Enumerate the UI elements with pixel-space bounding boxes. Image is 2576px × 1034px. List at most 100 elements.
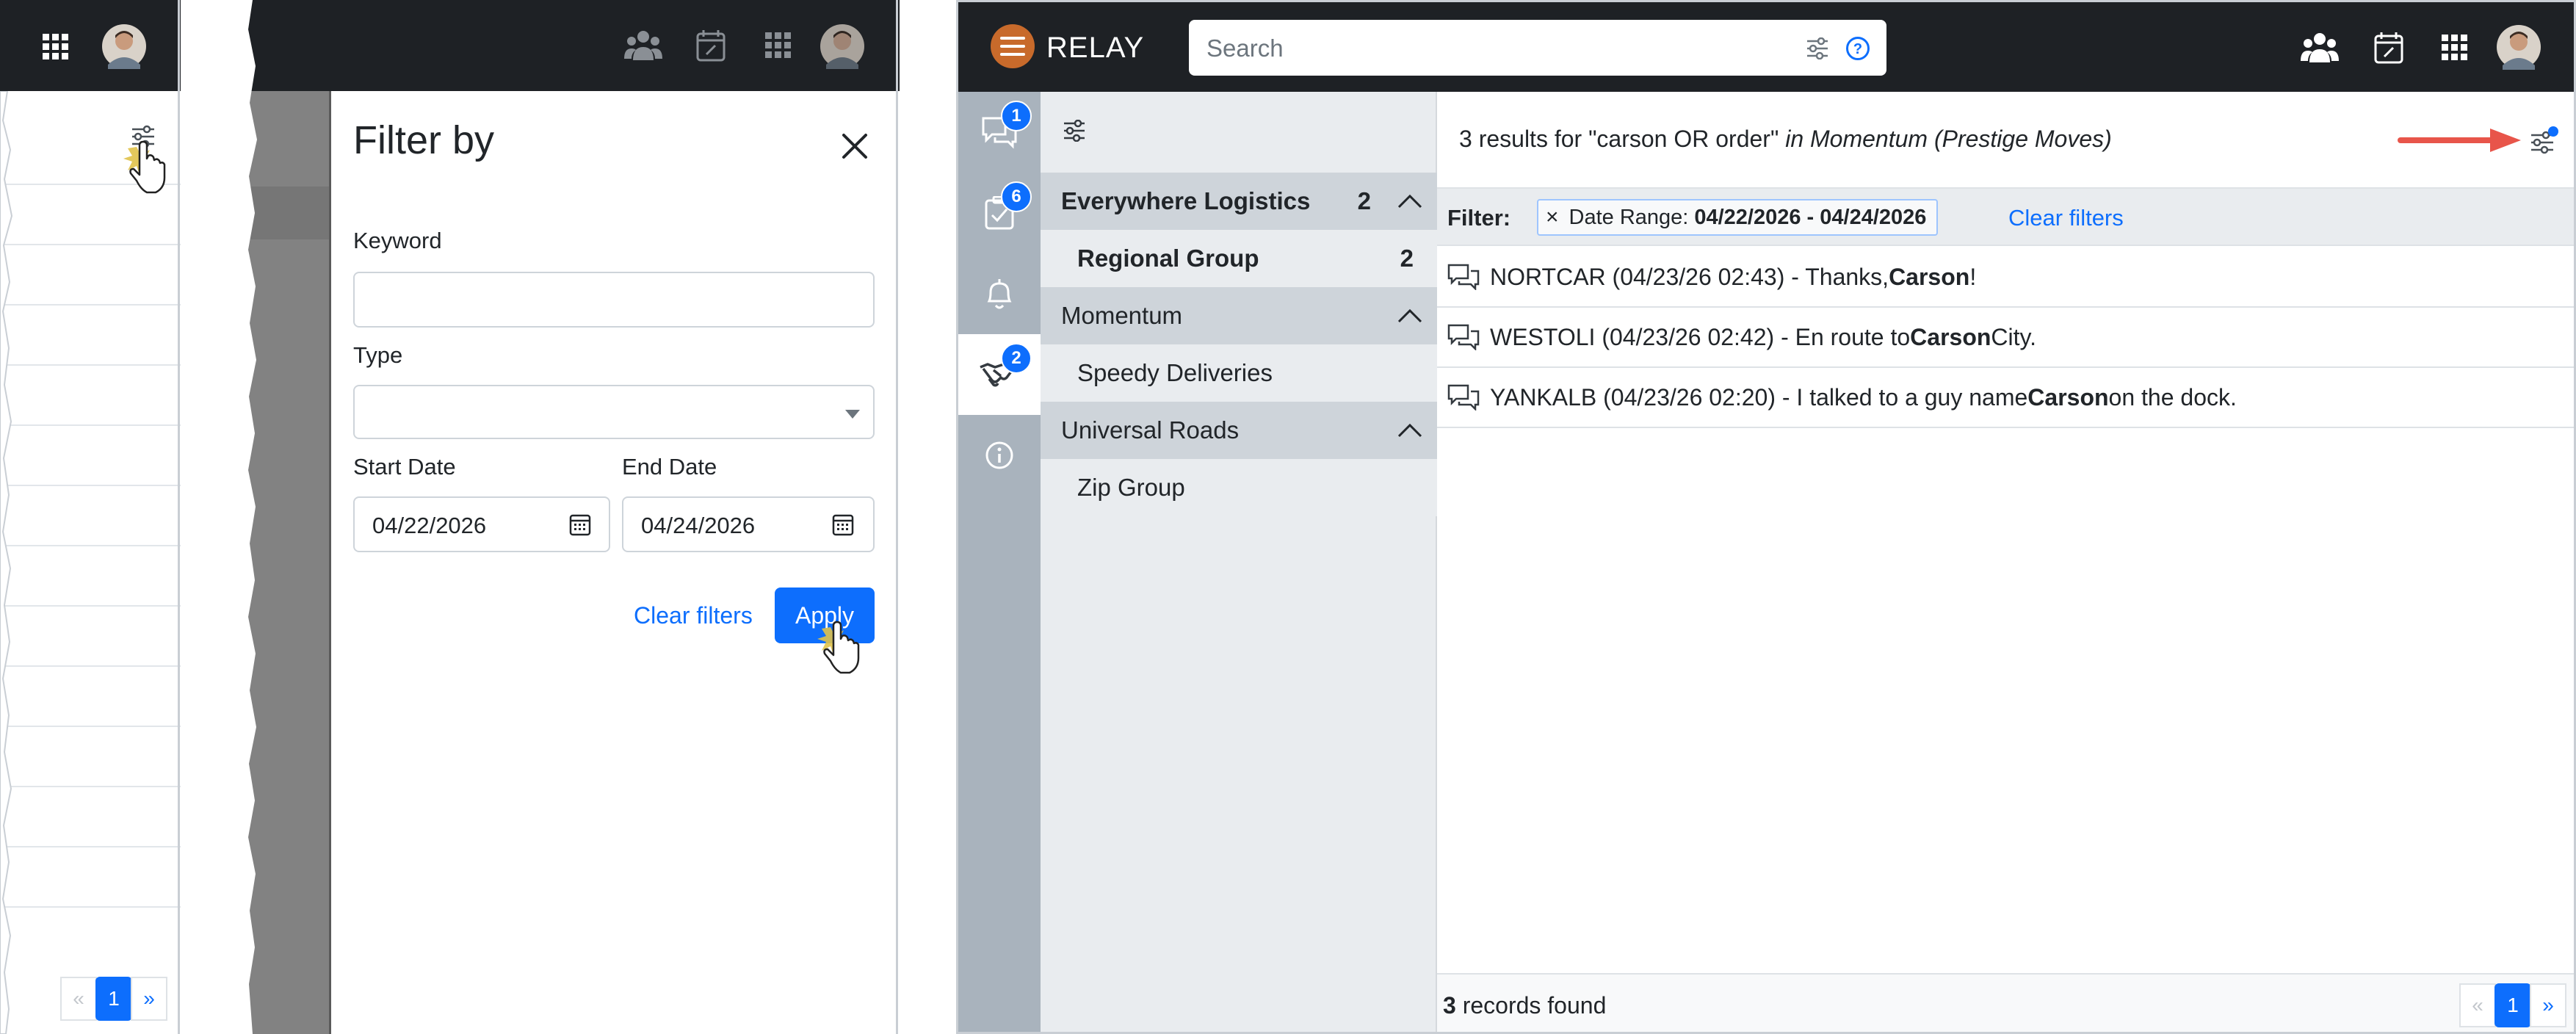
keyword-input[interactable] <box>353 272 875 328</box>
clear-filters-link[interactable]: Clear filters <box>2008 205 2124 231</box>
pagination-next[interactable]: » <box>2530 983 2566 1027</box>
help-icon[interactable]: ? <box>1845 36 1870 61</box>
tasks-badge: 6 <box>1001 181 1032 212</box>
tree-group-momentum[interactable]: Momentum <box>1041 287 1437 344</box>
tree-item-speedy-deliveries[interactable]: Speedy Deliveries <box>1041 344 1437 402</box>
cropped-list-panel: « 1 » <box>0 0 181 1034</box>
filter-label: Filter: <box>1447 205 1511 231</box>
search-input[interactable]: Search ? <box>1189 20 1886 76</box>
calendar-icon[interactable] <box>2374 32 2403 64</box>
group-tree-panel: Everywhere Logistics 2 Regional Group 2 … <box>1041 92 1437 1032</box>
results-footer: 3 records found « 1 » <box>1437 973 2574 1032</box>
avatar[interactable] <box>820 24 865 69</box>
chevron-up-icon[interactable] <box>1397 194 1422 209</box>
pagination-page-1[interactable]: 1 <box>95 977 132 1021</box>
end-date-value: 04/24/2026 <box>641 513 756 538</box>
date-range-chip: × Date Range: 04/22/2026 - 04/24/2026 <box>1537 199 1939 236</box>
rail-item-deals[interactable]: 2 <box>958 334 1041 415</box>
results-scope: in Momentum (Prestige Moves) <box>1785 126 2112 152</box>
panel-border <box>178 0 180 1034</box>
search-filter-icon[interactable] <box>1806 37 1829 59</box>
rail-item-messages[interactable]: 1 <box>958 92 1041 173</box>
hand-cursor-icon <box>816 620 875 682</box>
chevron-down-icon <box>845 410 860 419</box>
tree-count: 2 <box>1357 187 1371 214</box>
torn-edge <box>242 0 257 1034</box>
records-count: 3 records found <box>1443 992 1607 1019</box>
chip-value: 04/22/2026 - 04/24/2026 <box>1694 205 1927 229</box>
chip-remove-button[interactable]: × <box>1546 205 1559 230</box>
chevron-up-icon[interactable] <box>1397 308 1422 323</box>
calendar-icon[interactable] <box>696 29 726 62</box>
team-icon[interactable] <box>2301 32 2339 64</box>
tree-count: 2 <box>1400 245 1414 272</box>
team-icon[interactable] <box>624 29 662 62</box>
chat-icon <box>1447 384 1480 411</box>
filter-drawer-panel: Filter by Keyword Type Start Date End Da… <box>242 0 900 1034</box>
drawer-title: Filter by <box>353 118 495 162</box>
type-label: Type <box>353 342 403 368</box>
pagination-next[interactable]: » <box>131 977 167 1021</box>
bell-icon <box>987 279 1012 309</box>
rail-item-notifications[interactable] <box>958 253 1041 334</box>
tree-filter-icon[interactable] <box>1063 120 1086 142</box>
apps-grid-icon[interactable] <box>765 32 792 59</box>
apps-grid-icon[interactable] <box>2442 35 2468 61</box>
tree-group-everywhere-logistics[interactable]: Everywhere Logistics 2 <box>1041 173 1437 230</box>
type-select[interactable] <box>353 385 875 439</box>
avatar[interactable] <box>101 24 147 69</box>
pagination-page-1[interactable]: 1 <box>2494 983 2531 1027</box>
clear-filters-link[interactable]: Clear filters <box>634 602 753 629</box>
chip-key: Date Range: <box>1569 205 1689 229</box>
end-date-input[interactable]: 04/24/2026 <box>622 496 875 552</box>
info-icon <box>985 441 1013 469</box>
tree-item-zip-group[interactable]: Zip Group <box>1041 459 1437 516</box>
end-date-label: End Date <box>622 454 717 480</box>
pagination: « 1 » <box>60 977 167 1021</box>
start-date-input[interactable]: 04/22/2026 <box>353 496 610 552</box>
pagination: « 1 » <box>2459 983 2566 1027</box>
avatar[interactable] <box>2496 24 2541 70</box>
result-row[interactable]: WESTOLI (04/23/26 02:42) - En route to C… <box>1437 308 2574 368</box>
results-area: 3 results for "carson OR order" in Momen… <box>1437 92 2574 1032</box>
chat-icon <box>1447 324 1480 350</box>
messages-badge: 1 <box>1001 101 1032 131</box>
search-hit: Carson <box>2027 383 2109 411</box>
calendar-icon[interactable] <box>569 513 591 536</box>
result-row[interactable]: YANKALB (04/23/26 02:20) - I talked to a… <box>1437 368 2574 428</box>
close-icon[interactable] <box>841 132 869 160</box>
keyword-label: Keyword <box>353 228 442 253</box>
chevron-up-icon[interactable] <box>1397 423 1422 438</box>
pagination-prev[interactable]: « <box>2459 983 2496 1027</box>
results-summary: 3 results for "carson OR order" <box>1459 126 1779 152</box>
results-header: 3 results for "carson OR order" in Momen… <box>1459 126 2112 153</box>
result-row[interactable]: NORTCAR (04/23/26 02:43) - Thanks, Carso… <box>1437 247 2574 308</box>
brand-name[interactable]: RELAY <box>1046 32 1144 65</box>
filter-drawer: Filter by Keyword Type Start Date End Da… <box>329 91 898 1034</box>
rail-item-tasks[interactable]: 6 <box>958 173 1041 253</box>
top-bar: RELAY Search ? <box>958 2 2574 92</box>
calendar-icon[interactable] <box>832 513 854 536</box>
apps-grid-icon[interactable] <box>43 34 69 60</box>
start-date-value: 04/22/2026 <box>372 513 487 538</box>
rail-item-info[interactable] <box>958 415 1041 496</box>
tree-item-regional-group[interactable]: Regional Group 2 <box>1041 230 1437 287</box>
search-hit: Carson <box>1910 323 1991 350</box>
hand-cursor-icon <box>122 140 181 201</box>
svg-text:?: ? <box>1853 41 1862 57</box>
pagination-prev[interactable]: « <box>60 977 97 1021</box>
torn-edge <box>0 91 13 1034</box>
list-area <box>0 91 181 1034</box>
arrow-annotation <box>2398 129 2521 152</box>
panel-border <box>896 0 898 1034</box>
search-hit: Carson <box>1889 263 1970 290</box>
deals-badge: 2 <box>1001 343 1032 374</box>
results-filter-icon[interactable] <box>2530 126 2559 155</box>
tree-group-universal-roads[interactable]: Universal Roads <box>1041 402 1437 459</box>
top-bar <box>242 0 900 91</box>
brand-logo[interactable] <box>991 24 1035 68</box>
top-bar <box>0 0 181 91</box>
active-filter-dot <box>2548 126 2558 137</box>
chat-icon <box>1447 264 1480 290</box>
relay-app-panel: RELAY Search ? 1 6 2 Everywhere Logistic… <box>956 0 2576 1034</box>
